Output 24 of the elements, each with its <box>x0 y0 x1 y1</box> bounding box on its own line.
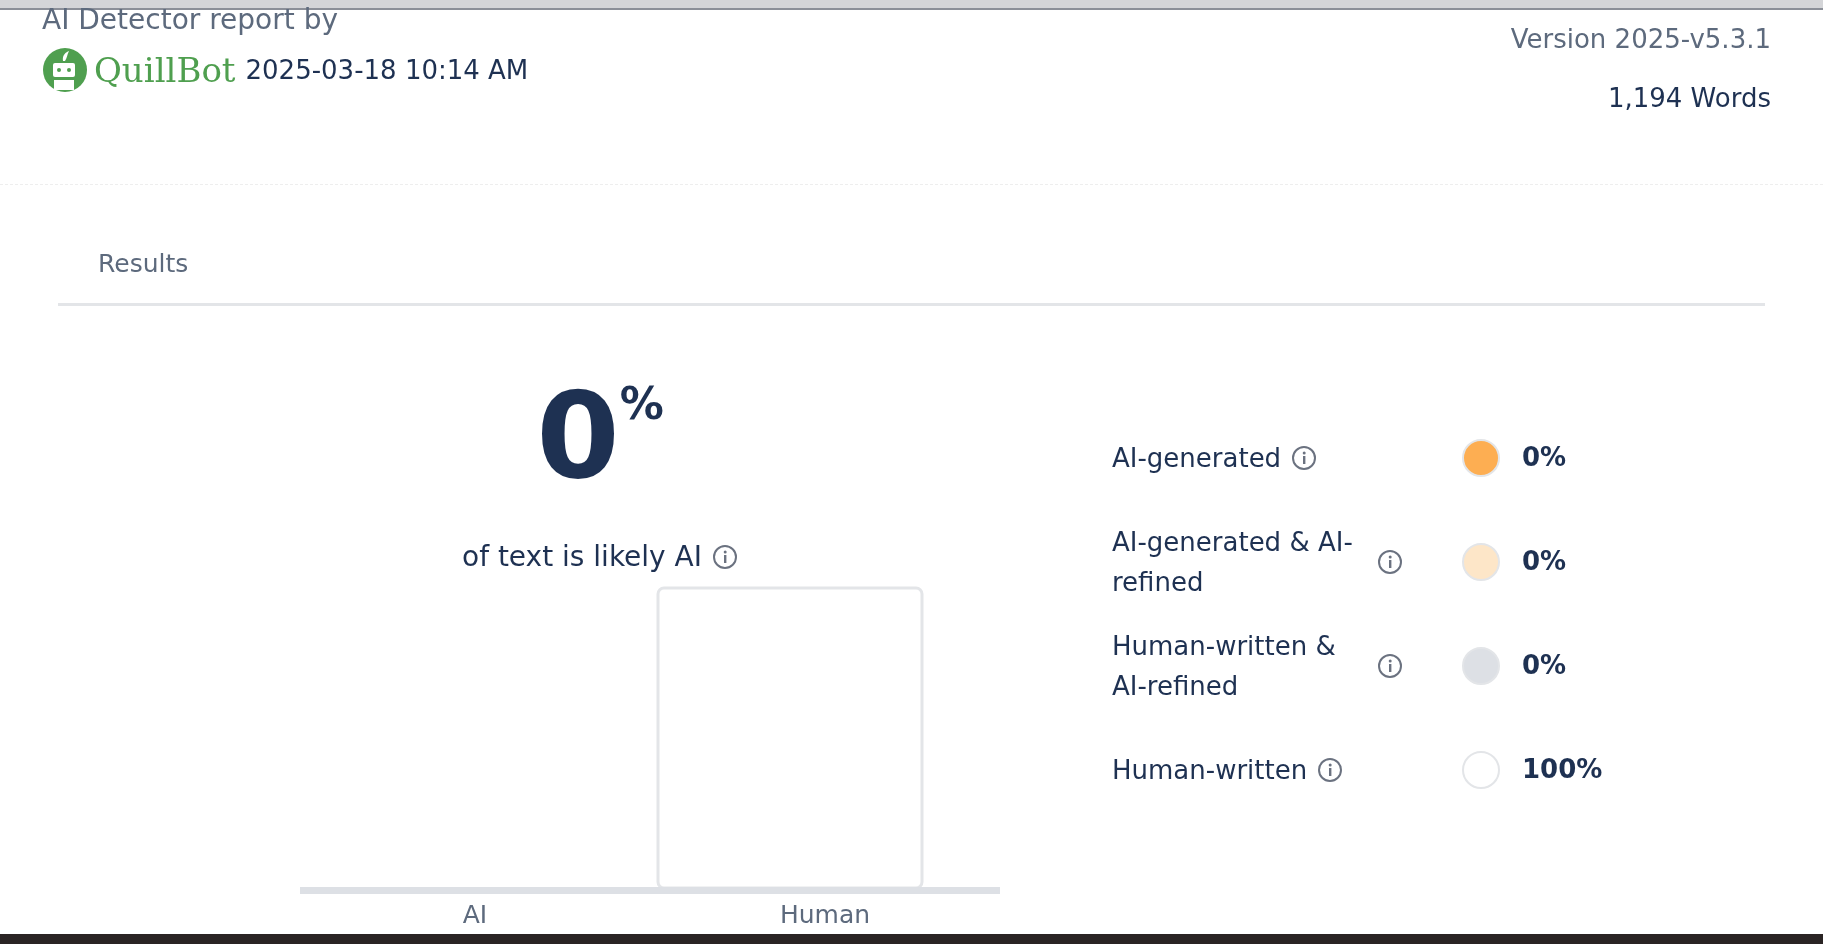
version-label: Version 2025-v5.3.1 <box>1510 23 1771 56</box>
legend-label: Human-written & AI-refined <box>1112 629 1337 703</box>
score-caption: of text is likely AI <box>462 538 702 575</box>
brand-name: QuillBot <box>94 53 236 87</box>
info-icon[interactable] <box>1377 548 1403 575</box>
legend-percentage: 0% <box>1522 545 1567 578</box>
info-icon[interactable] <box>1317 756 1344 783</box>
info-icon[interactable] <box>1377 652 1403 679</box>
legend-label: Human-written <box>1112 753 1308 787</box>
axis-label: AI <box>462 898 488 931</box>
score-value: 0 <box>536 375 620 496</box>
legend-percentage: 100% <box>1522 753 1603 786</box>
report-timestamp: 2025-03-18 10:14 AM <box>245 53 529 87</box>
info-icon[interactable] <box>712 543 738 570</box>
legend-label: AI-generated <box>1112 441 1282 475</box>
info-icon[interactable] <box>1291 444 1318 471</box>
legend-label: AI-generated & AI-refined <box>1112 525 1354 599</box>
word-count: 1,194 Words <box>1607 82 1771 115</box>
report-title: AI Detector report by <box>42 7 339 33</box>
legend-percentage: 0% <box>1522 441 1567 474</box>
score-unit: % <box>619 381 664 426</box>
axis-label: Human <box>779 898 871 931</box>
robot-logo-icon <box>42 47 88 93</box>
legend-percentage: 0% <box>1522 649 1567 682</box>
